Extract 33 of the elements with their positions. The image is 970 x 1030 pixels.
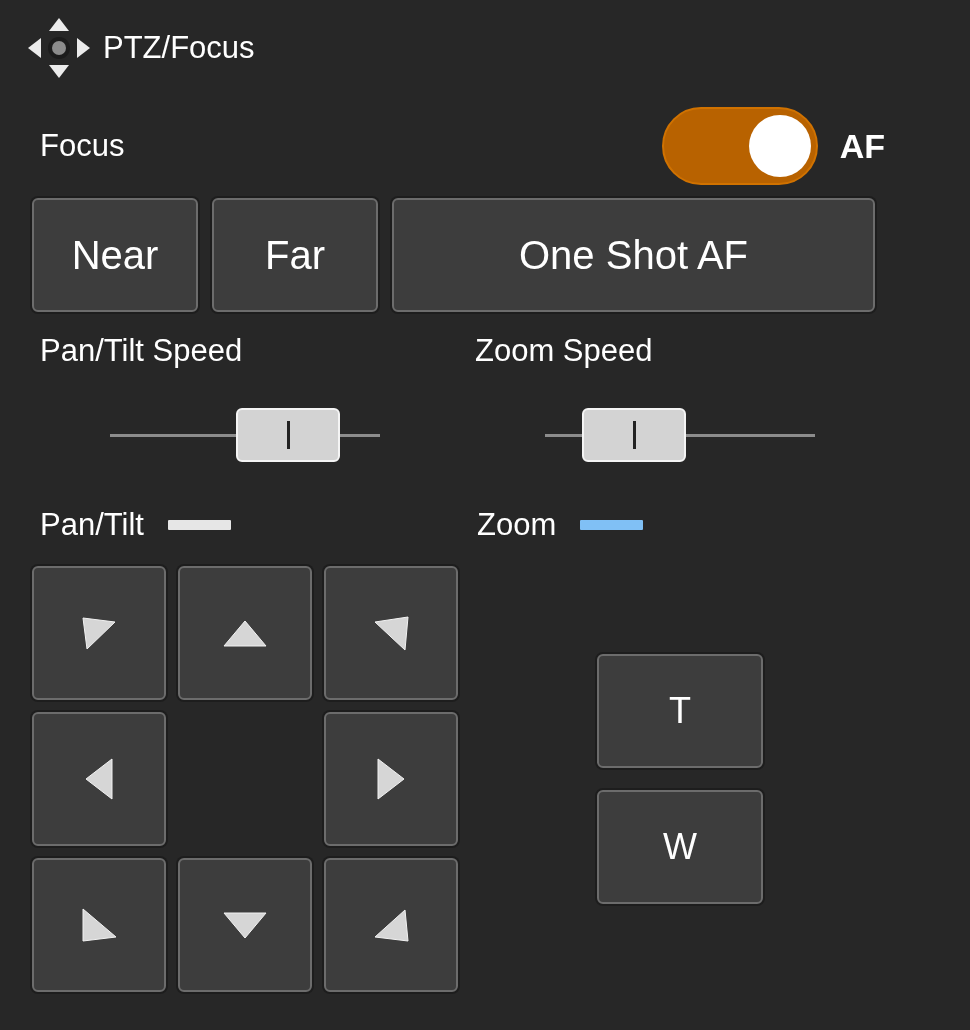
down-left-arrow-icon	[81, 908, 117, 942]
pan-tilt-button[interactable]	[32, 712, 166, 846]
legend-label: Zoom	[477, 507, 557, 543]
focus-label: Focus	[39, 128, 125, 164]
focus-button[interactable]: One Shot AF	[392, 198, 875, 312]
speed-slider[interactable]	[545, 408, 815, 462]
left-arrow-icon	[85, 758, 113, 800]
focus-button[interactable]: Near	[32, 198, 198, 312]
zoom-button[interactable]: T	[597, 654, 763, 768]
down-right-arrow-icon	[373, 908, 409, 942]
pan-tilt-button[interactable]	[324, 566, 458, 700]
right-arrow-icon	[377, 758, 405, 800]
up-right-arrow-icon	[373, 615, 409, 651]
up-arrow-icon	[223, 619, 267, 647]
pan-tilt-button[interactable]	[32, 858, 166, 992]
pan-tilt-button[interactable]	[178, 566, 312, 700]
direction-pad-icon	[27, 17, 91, 79]
slider-thumb[interactable]	[582, 408, 687, 462]
panel-title: PTZ/Focus	[103, 30, 255, 66]
speed-label: Pan/Tilt Speed	[40, 333, 243, 369]
up-left-arrow-icon	[82, 616, 116, 650]
zoom-button[interactable]: W	[597, 790, 763, 904]
speed-label: Zoom Speed	[475, 333, 653, 369]
speed-slider[interactable]	[110, 408, 380, 462]
pan-tilt-button[interactable]	[324, 858, 458, 992]
pan-tilt-button[interactable]	[324, 712, 458, 846]
legend-label: Pan/Tilt	[40, 507, 144, 543]
slider-thumb[interactable]	[236, 408, 341, 462]
focus-button[interactable]: Far	[212, 198, 378, 312]
pan-tilt-button[interactable]	[32, 566, 166, 700]
down-arrow-icon	[223, 911, 267, 939]
af-label: AF	[839, 126, 885, 166]
pan-tilt-button[interactable]	[178, 858, 312, 992]
